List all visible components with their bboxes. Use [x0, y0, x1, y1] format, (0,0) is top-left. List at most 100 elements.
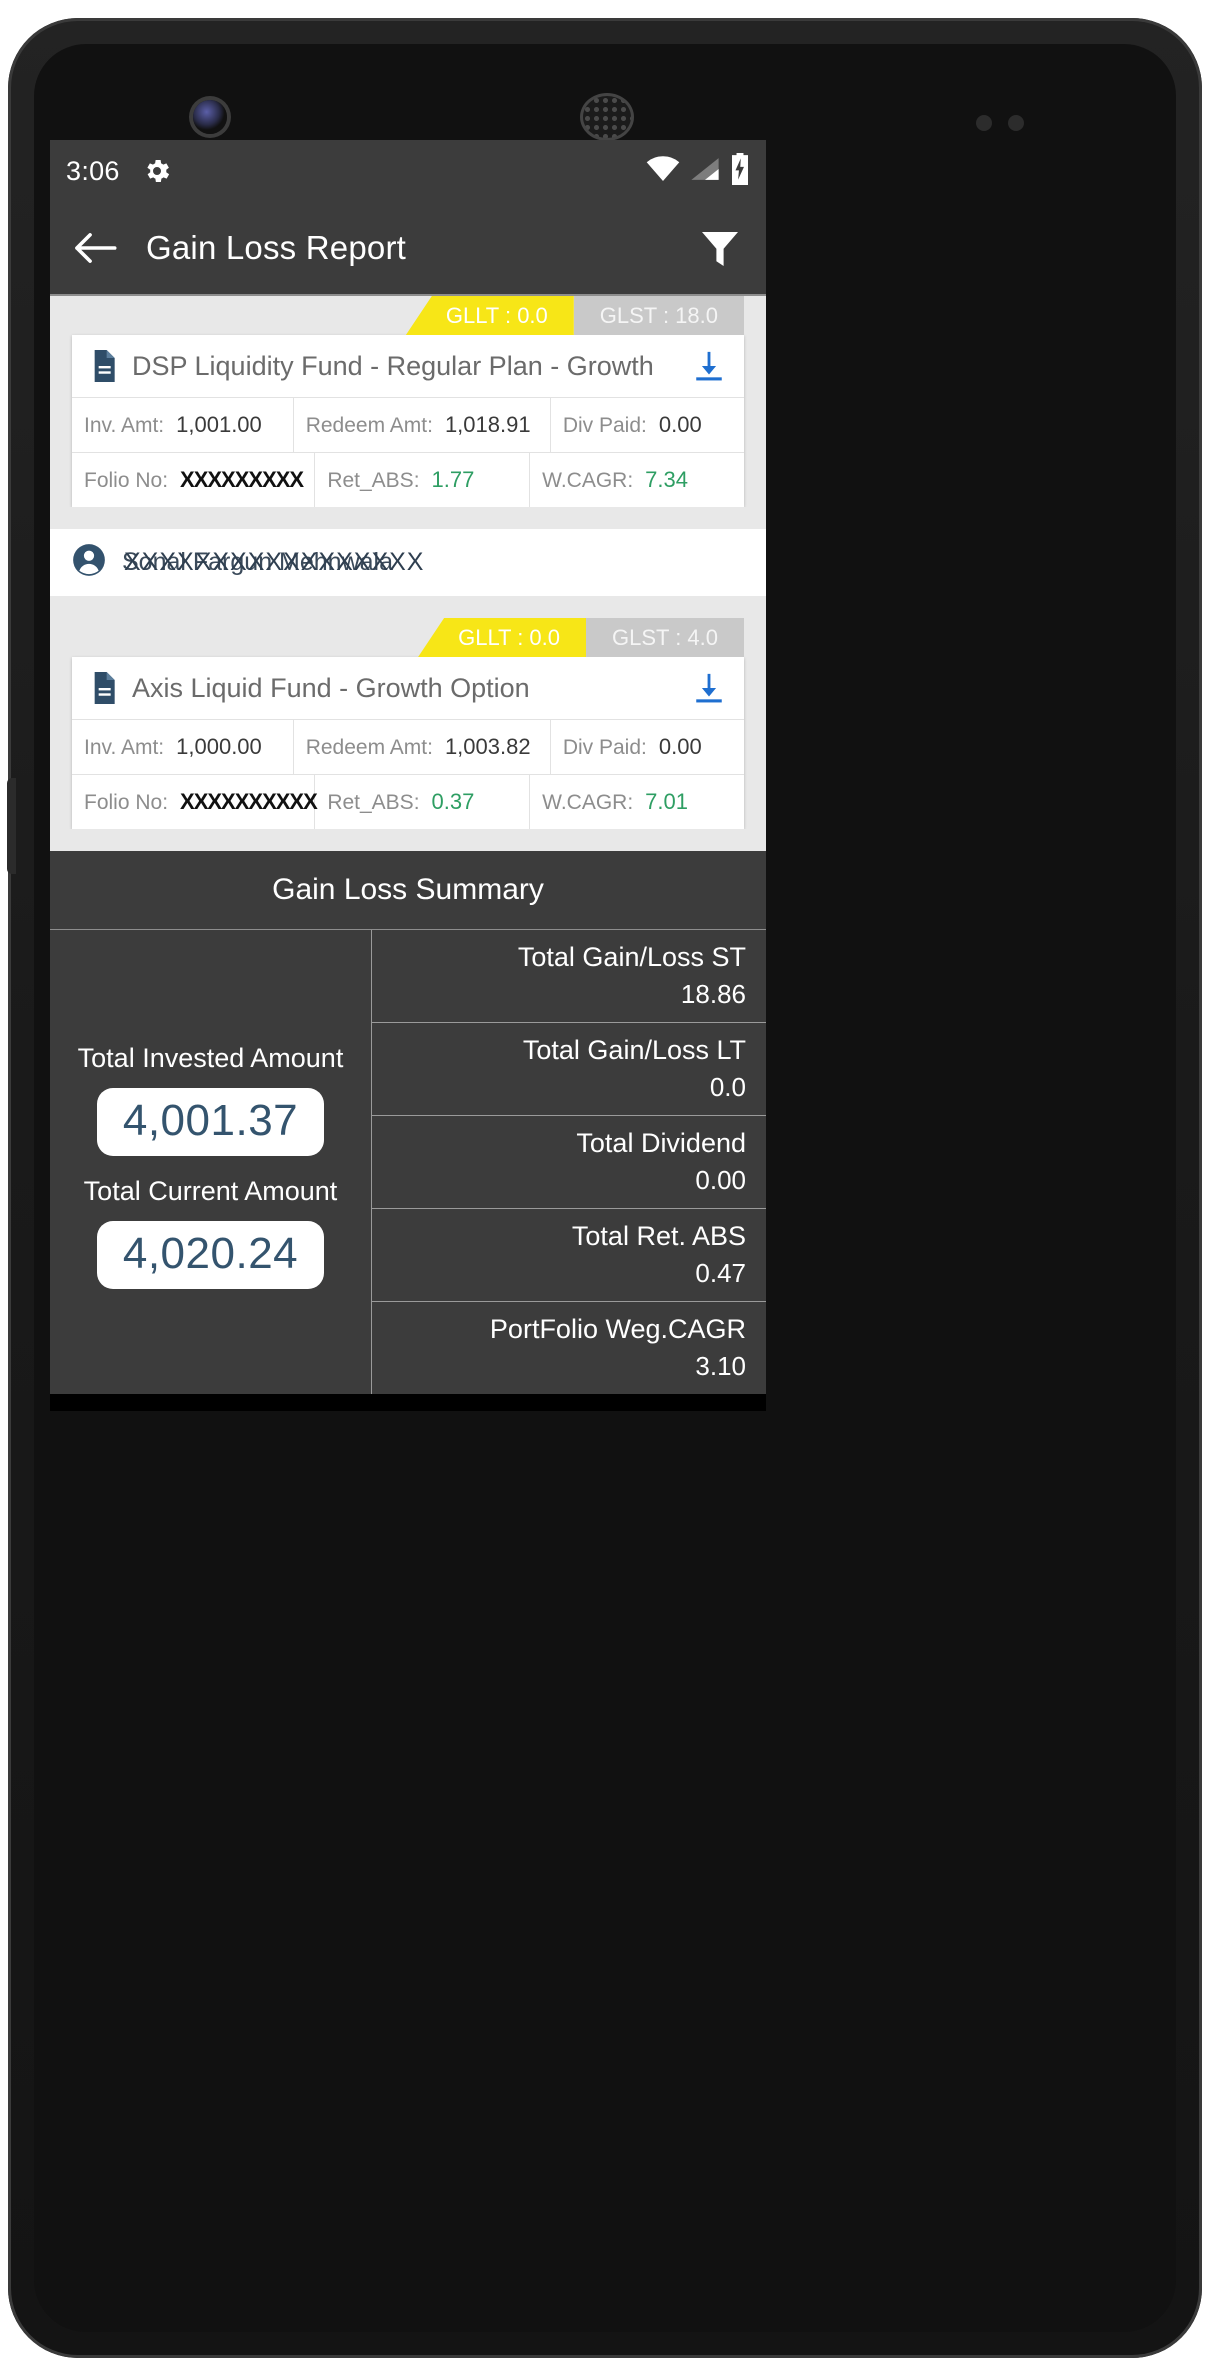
list-spacer-3 [50, 829, 766, 851]
summary-row-value: 0.47 [695, 1258, 746, 1288]
list-spacer [50, 507, 766, 529]
summary-row-label: Total Ret. ABS [571, 1221, 746, 1251]
side-button[interactable] [7, 778, 16, 874]
filter-icon[interactable] [696, 224, 744, 272]
summary-row-label: Total Dividend [576, 1128, 746, 1158]
phone-frame: 3:06 Gain Loss Report GLLT: 0.0 GLST: … [7, 18, 1202, 2358]
ret-abs-label: Ret_ABS: [327, 791, 420, 814]
light-sensor-icon [1008, 115, 1024, 131]
redeem-amt-label: Redeem Amt: [305, 736, 433, 759]
wcagr-value: 7.01 [645, 789, 688, 814]
status-bar: 3:06 [50, 140, 766, 202]
earpiece-speaker-icon [583, 96, 631, 138]
summary-row: Total Gain/Loss ST 18.86 [372, 930, 766, 1023]
app-bar: Gain Loss Report [50, 202, 766, 296]
folio-label: Folio No: [84, 791, 169, 814]
total-invested-value: 4,001.37 [96, 1088, 325, 1156]
div-paid-cell: Div Paid: 0.00 [549, 398, 744, 452]
div-paid-label: Div Paid: [562, 736, 647, 759]
ret-abs-value: 0.37 [431, 789, 475, 814]
fund-metrics-row-2: Folio No: XXXXXXXXX Ret_ABS: 1.77 W.CAGR… [72, 452, 744, 507]
ret-abs-cell: Ret_ABS: 1.77 [314, 453, 529, 507]
folio-value-masked: XXXXXXXXXX [180, 789, 318, 814]
gllt-badge: GLLT : 0.0 [418, 618, 587, 657]
document-icon [90, 672, 118, 704]
ret-abs-value: 1.77 [431, 467, 475, 492]
inv-amt-value: 1,000.00 [176, 734, 262, 759]
wcagr-value: 7.34 [645, 467, 688, 492]
fund-title-row: DSP Liquidity Fund - Regular Plan - Grow… [72, 335, 744, 397]
summary-right-column: Total Gain/Loss ST 18.86 Total Gain/Loss… [372, 930, 766, 1394]
glst-badge: GLST : 18.0 [573, 296, 744, 335]
summary-title: Gain Loss Summary [50, 851, 766, 930]
redeem-amt-label: Redeem Amt: [305, 414, 433, 437]
div-paid-label: Div Paid: [562, 414, 647, 437]
inv-amt-cell: Inv. Amt: 1,001.00 [72, 398, 293, 452]
back-arrow-icon[interactable] [72, 228, 124, 268]
inv-amt-label: Inv. Amt: [84, 736, 165, 759]
fund-metrics-row-2: Folio No: XXXXXXXXXX Ret_ABS: 0.37 W.CAG… [72, 774, 744, 829]
page-title: Gain Loss Report [146, 229, 406, 266]
fund-metrics-row-1: Inv. Amt: 1,001.00 Redeem Amt: 1,018.91 … [72, 397, 744, 452]
ret-abs-label: Ret_ABS: [327, 469, 420, 492]
document-icon [90, 350, 118, 382]
status-time: 3:06 [66, 155, 120, 186]
summary-left-column: Total Invested Amount 4,001.37 Total Cur… [50, 930, 372, 1394]
total-current-label: Total Current Amount [83, 1176, 338, 1206]
fund-title-row: Axis Liquid Fund - Growth Option [72, 657, 744, 719]
fund-card-group: GLLT : 0.0 GLST : 4.0 Axis Liquid Fund -… [50, 618, 766, 829]
summary-row: Total Ret. ABS 0.47 [372, 1209, 766, 1302]
inv-amt-cell: Inv. Amt: 1,000.00 [72, 720, 293, 774]
badge-row: GLLT : 0.0 GLST : 4.0 [50, 618, 766, 657]
summary-row-label: Total Gain/Loss ST [517, 942, 746, 972]
investor-name-mask: XXXXXXXXXXXXXXXXX [124, 548, 425, 576]
folio-label: Folio No: [84, 469, 169, 492]
summary-row-value: 0.0 [709, 1072, 746, 1102]
total-current-value: 4,020.24 [96, 1221, 325, 1289]
proximity-sensor-icon [976, 115, 992, 131]
inv-amt-value: 1,001.00 [176, 412, 262, 437]
wcagr-cell: W.CAGR: 7.34 [529, 453, 744, 507]
android-nav-bar [50, 1394, 766, 1411]
folio-value-masked: XXXXXXXXX [180, 467, 304, 492]
download-icon[interactable] [682, 349, 726, 383]
investor-name: Sonal Fargun Mehnwala XXXXXXXXXXXXXXXXX [122, 548, 423, 577]
wcagr-label: W.CAGR: [542, 791, 634, 814]
total-invested-label: Total Invested Amount [77, 1043, 344, 1073]
fund-card[interactable]: DSP Liquidity Fund - Regular Plan - Grow… [72, 335, 744, 507]
wcagr-cell: W.CAGR: 7.01 [529, 775, 744, 829]
summary-row: PortFolio Weg.CAGR 3.10 [372, 1302, 766, 1394]
investor-row[interactable]: Sonal Fargun Mehnwala XXXXXXXXXXXXXXXXX [50, 529, 766, 596]
list-spacer-2 [50, 596, 766, 618]
redeem-amt-value: 1,003.82 [444, 734, 531, 759]
gllt-badge: GLLT : 0.0 [405, 296, 574, 335]
redeem-amt-value: 1,018.91 [444, 412, 531, 437]
div-paid-value: 0.00 [658, 412, 702, 437]
phone-screen: 3:06 Gain Loss Report GLLT: 0.0 GLST: … [50, 140, 766, 1411]
cell-signal-icon [690, 156, 720, 187]
fund-list: GLLT : 0.0 GLST : 18.0 DSP Liquidity Fun… [50, 296, 766, 851]
download-icon[interactable] [682, 671, 726, 705]
div-paid-cell: Div Paid: 0.00 [549, 720, 744, 774]
summary-row: Total Dividend 0.00 [372, 1116, 766, 1209]
battery-charging-icon [730, 152, 750, 190]
status-icons [646, 152, 750, 190]
fund-card-group: GLLT : 0.0 GLST : 18.0 DSP Liquidity Fun… [50, 296, 766, 507]
fund-name: DSP Liquidity Fund - Regular Plan - Grow… [132, 350, 654, 381]
inv-amt-label: Inv. Amt: [84, 414, 165, 437]
folio-cell: Folio No: XXXXXXXXXX [72, 775, 318, 829]
summary-row-label: Total Gain/Loss LT [522, 1035, 746, 1065]
redeem-amt-cell: Redeem Amt: 1,003.82 [292, 720, 550, 774]
gain-loss-summary: Gain Loss Summary Total Invested Amount … [50, 851, 766, 1394]
fund-card[interactable]: Axis Liquid Fund - Growth Option Inv. Am… [72, 657, 744, 829]
fund-name: Axis Liquid Fund - Growth Option [132, 672, 530, 703]
fund-metrics-row-1: Inv. Amt: 1,000.00 Redeem Amt: 1,003.82 … [72, 719, 744, 774]
folio-cell: Folio No: XXXXXXXXX [72, 453, 314, 507]
summary-row-value: 18.86 [680, 979, 746, 1009]
summary-row-label: PortFolio Weg.CAGR [489, 1314, 746, 1344]
summary-row-value: 3.10 [695, 1351, 746, 1381]
summary-row-value: 0.00 [695, 1165, 746, 1195]
glst-badge: GLST : 4.0 [586, 618, 744, 657]
badge-row: GLLT : 0.0 GLST : 18.0 [50, 296, 766, 335]
wifi-icon [646, 155, 680, 187]
